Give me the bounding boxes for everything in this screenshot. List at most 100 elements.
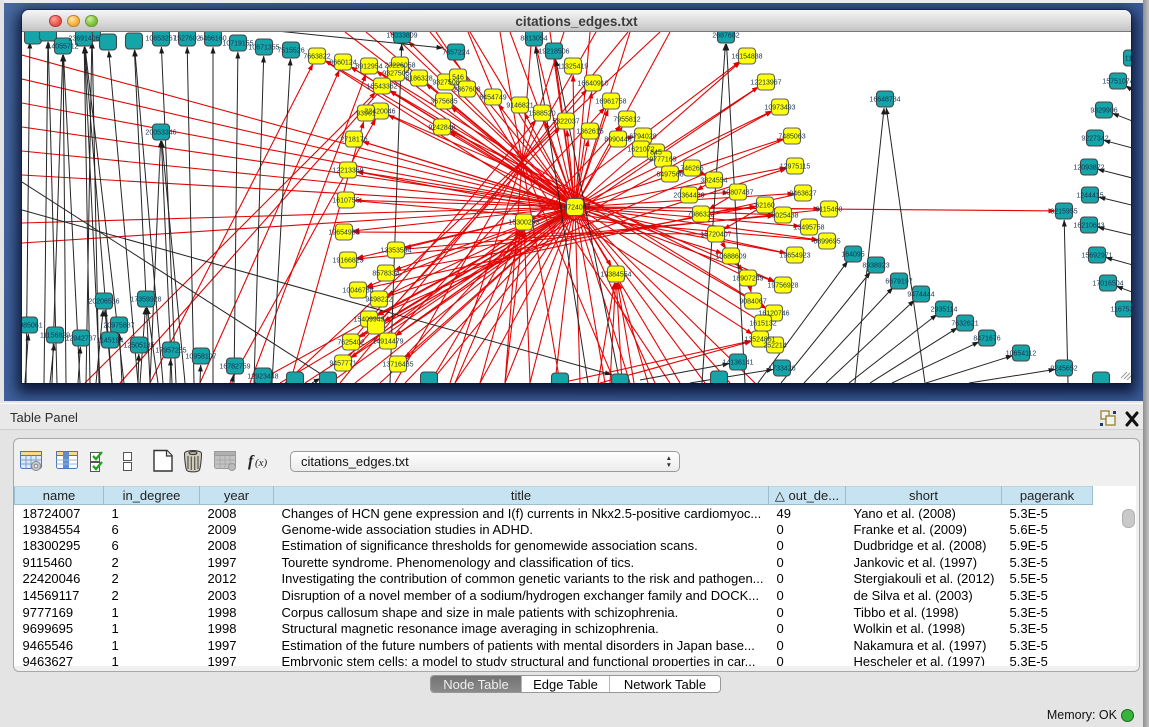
svg-text:546: 546 (452, 75, 464, 82)
svg-text:9777169: 9777169 (649, 157, 676, 164)
svg-text:8990448: 8990448 (604, 137, 631, 144)
svg-text:23226058: 23226058 (384, 63, 415, 70)
svg-text:15751074: 15751074 (1102, 79, 1131, 86)
svg-text:12093872: 12093872 (1073, 165, 1104, 172)
svg-text:15409949: 15409949 (353, 317, 384, 324)
svg-text:3675685: 3675685 (430, 99, 457, 106)
svg-text:7955812: 7955812 (613, 117, 640, 124)
svg-text:8454749: 8454749 (479, 95, 506, 102)
svg-text:12942737: 12942737 (65, 336, 96, 343)
svg-text:16648784: 16648784 (869, 97, 900, 104)
svg-text:1117: 1117 (1125, 56, 1131, 63)
svg-text:19654923: 19654923 (779, 253, 810, 260)
svg-text:15692971: 15692971 (1081, 253, 1112, 260)
svg-text:8938923: 8938923 (862, 263, 889, 270)
svg-text:2718176: 2718176 (340, 137, 367, 144)
svg-text:13716485: 13716485 (382, 362, 413, 369)
svg-text:2367608: 2367608 (453, 87, 480, 94)
svg-text:1145194: 1145194 (97, 338, 124, 345)
svg-text:18724007: 18724007 (559, 205, 590, 212)
svg-text:5322037: 5322037 (552, 119, 579, 126)
svg-text:23691406: 23691406 (68, 36, 99, 43)
svg-text:3824554: 3824554 (700, 178, 727, 185)
svg-text:19384554: 19384554 (600, 272, 631, 279)
svg-text:9146821: 9146821 (506, 103, 533, 110)
svg-text:6497568: 6497568 (656, 172, 683, 179)
svg-text:14136141: 14136141 (722, 360, 753, 367)
svg-text:20053346: 20053346 (145, 130, 176, 137)
svg-text:1362615: 1362615 (576, 129, 603, 136)
svg-text:8813054: 8813054 (520, 36, 547, 43)
svg-text:12505135: 12505135 (123, 343, 154, 350)
svg-text:1615132: 1615132 (749, 321, 776, 328)
svg-text:9084067: 9084067 (739, 299, 766, 306)
svg-text:15300293: 15300293 (508, 220, 539, 227)
svg-text:746266: 746266 (680, 166, 703, 173)
svg-text:16033809: 16033809 (386, 33, 417, 40)
svg-text:9474444: 9474444 (907, 292, 934, 299)
svg-text:9115460: 9115460 (816, 207, 843, 214)
svg-text:19756928: 19756928 (767, 283, 798, 290)
svg-text:10025438: 10025438 (767, 213, 798, 220)
svg-text:8471676: 8471676 (973, 336, 1000, 343)
svg-text:9498222: 9498222 (365, 297, 392, 304)
svg-text:16640910: 16640910 (577, 81, 608, 88)
svg-text:9329906: 9329906 (1090, 108, 1117, 115)
svg-text:12213369: 12213369 (332, 168, 363, 175)
svg-text:7485063: 7485063 (778, 134, 805, 141)
svg-text:10671355: 10671355 (248, 45, 279, 52)
svg-text:62160: 62160 (755, 203, 775, 210)
svg-text:8912954: 8912954 (355, 64, 382, 71)
svg-text:16961758: 16961758 (595, 99, 626, 106)
svg-text:252214: 252214 (763, 343, 786, 350)
svg-text:16210643: 16210643 (1073, 223, 1104, 230)
svg-text:12975115: 12975115 (780, 164, 811, 171)
svg-text:(x): (x) (255, 457, 268, 469)
svg-text:845: 845 (650, 150, 662, 157)
svg-text:1527602: 1527602 (173, 36, 200, 43)
svg-text:1167531: 1167531 (1111, 307, 1131, 314)
svg-text:14914479: 14914479 (372, 339, 403, 346)
svg-text:7357224: 7357224 (442, 50, 469, 57)
svg-text:19654985: 19654985 (328, 230, 359, 237)
svg-text:8186328: 8186328 (405, 76, 432, 83)
svg-text:15720407: 15720407 (700, 232, 731, 239)
svg-text:19166825: 19166825 (332, 258, 363, 265)
svg-text:19218506: 19218506 (538, 49, 569, 56)
svg-text:18907249: 18907249 (732, 276, 763, 283)
svg-text:9242848: 9242848 (428, 125, 455, 132)
svg-text:f: f (248, 453, 255, 470)
svg-text:1588520: 1588520 (528, 111, 555, 118)
svg-text:10958107: 10958107 (185, 354, 216, 361)
svg-text:17359928: 17359928 (130, 297, 161, 304)
svg-text:1610755: 1610755 (332, 198, 359, 205)
svg-text:20364436: 20364436 (673, 193, 704, 200)
svg-text:3985061: 3985061 (22, 323, 43, 330)
svg-text:1244415: 1244415 (1076, 193, 1103, 200)
svg-text:12923448: 12923448 (247, 374, 278, 381)
svg-text:7663822: 7663822 (303, 54, 330, 61)
svg-text:3215955: 3215955 (1050, 209, 1077, 216)
svg-text:7625402: 7625402 (337, 340, 364, 347)
svg-text:1733426: 1733426 (768, 366, 795, 373)
svg-text:10688609: 10688609 (715, 254, 746, 261)
svg-text:10654112: 10654112 (1006, 351, 1037, 358)
svg-text:7986322: 7986322 (687, 212, 714, 219)
svg-text:2687682: 2687682 (712, 33, 739, 40)
svg-text:6899695: 6899695 (813, 239, 840, 246)
svg-text:9463627: 9463627 (789, 191, 816, 198)
svg-text:13353594: 13353594 (380, 248, 411, 255)
svg-text:9660124: 9660124 (329, 60, 356, 67)
svg-text:9245652: 9245652 (1050, 366, 1077, 373)
svg-text:93901: 93901 (356, 111, 376, 118)
svg-text:2935114: 2935114 (931, 307, 958, 314)
svg-text:20206536: 20206536 (88, 299, 119, 306)
svg-text:13495758: 13495758 (793, 225, 824, 232)
svg-text:8578334: 8578334 (372, 271, 399, 278)
svg-text:17016504: 17016504 (1092, 281, 1123, 288)
svg-text:6794028: 6794028 (629, 134, 656, 141)
svg-text:9457771: 9457771 (329, 361, 356, 368)
svg-text:10973493: 10973493 (764, 105, 795, 112)
svg-text:20975887: 20975887 (103, 323, 134, 330)
svg-text:16154838: 16154838 (731, 54, 762, 61)
